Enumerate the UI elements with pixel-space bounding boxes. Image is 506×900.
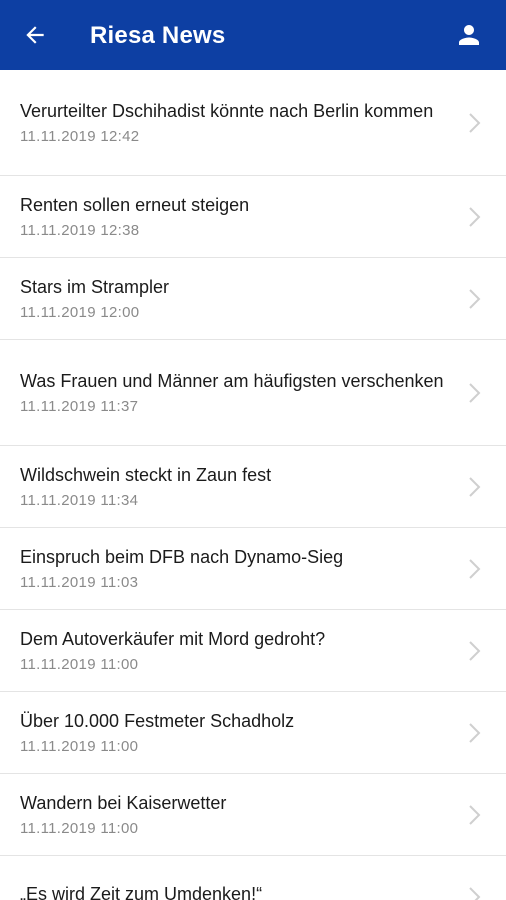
chevron-right-icon — [469, 288, 481, 309]
user-icon — [459, 25, 479, 45]
chevron-right-icon — [469, 640, 481, 661]
news-date: 11.11.2019 12:38 — [20, 221, 140, 239]
news-date: 11.11.2019 11:00 — [20, 737, 139, 755]
page-title: Riesa News — [90, 22, 226, 49]
news-date: 11.11.2019 11:00 — [20, 655, 139, 673]
news-date: 11.11.2019 11:00 — [20, 819, 139, 837]
news-headline: Einspruch beim DFB nach Dynamo-Sieg — [20, 546, 344, 567]
chevron-right-icon — [469, 722, 481, 743]
news-headline: Was Frauen und Männer am häufigsten vers… — [20, 370, 444, 391]
news-item[interactable]: Einspruch beim DFB nach Dynamo-Sieg 11.1… — [0, 528, 506, 610]
user-button[interactable] — [452, 18, 486, 52]
news-headline: Stars im Strampler — [20, 276, 170, 297]
news-item[interactable]: Stars im Strampler 11.11.2019 12:00 — [0, 258, 506, 340]
news-date: 11.11.2019 11:37 — [20, 397, 139, 415]
chevron-right-icon — [469, 804, 481, 825]
app-bar: Riesa News — [0, 0, 506, 70]
news-item[interactable]: „Es wird Zeit zum Umdenken!“ — [0, 856, 506, 900]
news-item[interactable]: Was Frauen und Männer am häufigsten vers… — [0, 340, 506, 446]
news-list: Verurteilter Dschihadist könnte nach Ber… — [0, 70, 506, 900]
chevron-right-icon — [469, 558, 481, 579]
arrow-left-icon — [26, 26, 44, 44]
news-date: 11.11.2019 12:42 — [20, 127, 140, 145]
news-headline: Renten sollen erneut steigen — [20, 194, 250, 215]
news-item[interactable]: Renten sollen erneut steigen 11.11.2019 … — [0, 176, 506, 258]
news-headline: „Es wird Zeit zum Umdenken!“ — [20, 883, 263, 900]
chevron-right-icon — [469, 886, 481, 900]
chevron-right-icon — [469, 476, 481, 497]
news-date: 11.11.2019 12:00 — [20, 303, 140, 321]
chevron-right-icon — [469, 112, 481, 133]
chevron-right-icon — [469, 382, 481, 403]
news-item[interactable]: Wandern bei Kaiserwetter 11.11.2019 11:0… — [0, 774, 506, 856]
app-screen: Riesa News Verurteilter Dschihadist könn… — [0, 0, 506, 900]
back-button[interactable] — [14, 14, 56, 56]
news-headline: Wandern bei Kaiserwetter — [20, 792, 227, 813]
news-item[interactable]: Dem Autoverkäufer mit Mord gedroht? 11.1… — [0, 610, 506, 692]
news-item[interactable]: Über 10.000 Festmeter Schadholz 11.11.20… — [0, 692, 506, 774]
news-headline: Wildschwein steckt in Zaun fest — [20, 464, 272, 485]
chevron-right-icon — [469, 206, 481, 227]
news-item[interactable]: Verurteilter Dschihadist könnte nach Ber… — [0, 70, 506, 176]
news-date: 11.11.2019 11:03 — [20, 573, 139, 591]
news-item[interactable]: Wildschwein steckt in Zaun fest 11.11.20… — [0, 446, 506, 528]
news-headline: Dem Autoverkäufer mit Mord gedroht? — [20, 628, 326, 649]
news-headline: Über 10.000 Festmeter Schadholz — [20, 710, 295, 731]
news-headline: Verurteilter Dschihadist könnte nach Ber… — [20, 100, 434, 121]
news-date: 11.11.2019 11:34 — [20, 491, 139, 509]
